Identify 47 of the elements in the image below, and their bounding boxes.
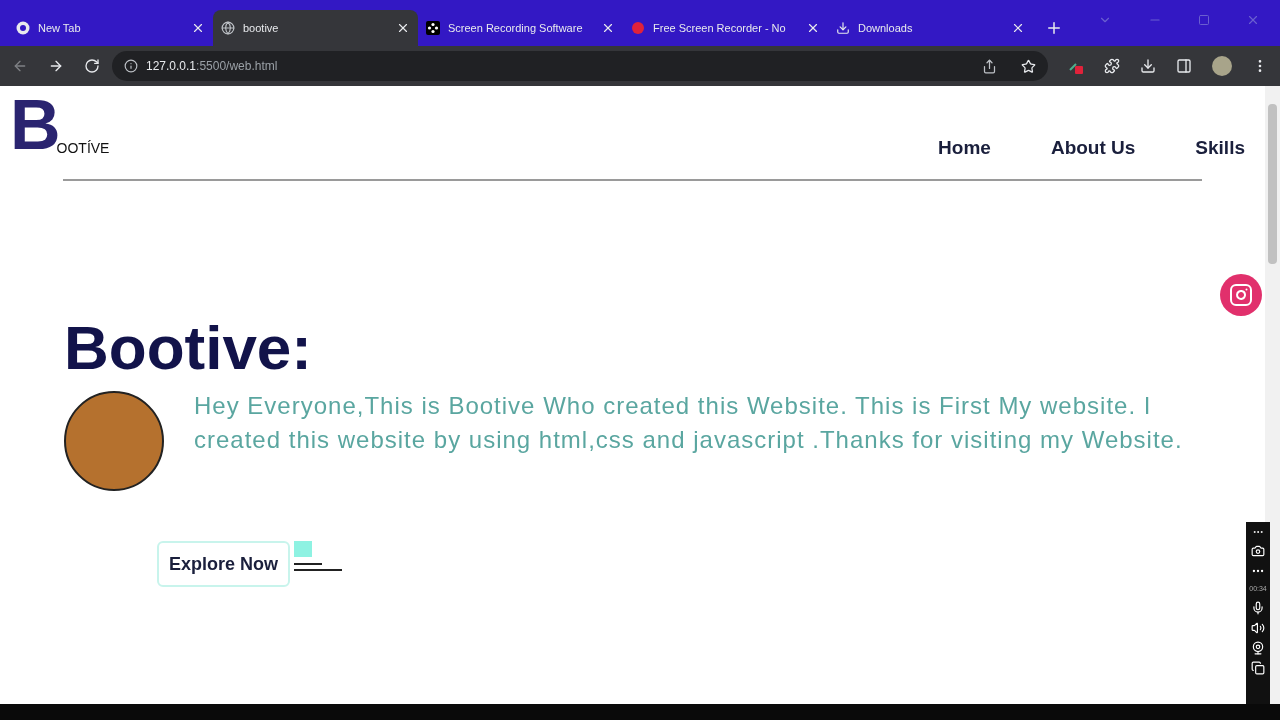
close-icon[interactable] [396, 21, 410, 35]
browser-tab[interactable]: Free Screen Recorder - No [623, 10, 828, 46]
close-icon[interactable] [806, 21, 820, 35]
nav-link[interactable]: Home [938, 134, 991, 163]
nav-link[interactable]: About Us [1050, 134, 1136, 163]
browser-tab[interactable]: New Tab [8, 10, 213, 46]
close-icon[interactable] [191, 21, 205, 35]
logo[interactable]: BOOTÍVE [10, 94, 110, 156]
webcam-icon[interactable] [1251, 640, 1265, 655]
browser-tab[interactable]: Downloads [828, 10, 1033, 46]
address-bar[interactable]: 127.0.0.1:5500/web.html [112, 51, 1048, 81]
download-icon [836, 21, 850, 35]
microphone-icon[interactable] [1251, 600, 1265, 615]
close-icon[interactable] [601, 21, 615, 35]
nav-link[interactable]: Skills [1195, 134, 1245, 163]
tab-title: New Tab [38, 20, 81, 36]
intro-paragraph: Hey Everyone,This is Bootive Who created this Website. This is First My website. I created this website by using html,css and javascript .Thanks for visiting my Website. [194, 391, 1184, 455]
browser-tab[interactable]: Screen Recording Software [418, 10, 623, 46]
bookmark-star-icon[interactable] [1021, 58, 1036, 74]
record-icon [631, 21, 645, 35]
puzzle-icon[interactable] [1104, 58, 1120, 74]
browser-tab[interactable]: bootive [213, 10, 418, 46]
globe-icon [221, 21, 235, 35]
hero-title: Bootive: [64, 313, 313, 383]
tab-title: bootive [243, 20, 279, 36]
url-text: 127.0.0.1:5500/web.html [146, 58, 278, 75]
instagram-button[interactable] [1220, 274, 1262, 316]
profile-avatar[interactable] [1212, 56, 1232, 76]
back-icon[interactable] [12, 58, 28, 74]
tab-title: Downloads [858, 20, 913, 36]
side-panel-icon[interactable] [1176, 58, 1192, 74]
forward-icon[interactable] [48, 58, 64, 74]
speaker-icon[interactable] [1251, 620, 1265, 635]
tab-title: Screen Recording Software [448, 20, 583, 36]
download-icon[interactable] [1140, 58, 1156, 74]
decoration-drawing [294, 541, 343, 573]
close-icon[interactable] [1011, 21, 1025, 35]
camera-icon[interactable] [1251, 544, 1265, 558]
windows-icon[interactable] [1251, 660, 1265, 675]
instagram-icon [1229, 283, 1253, 307]
tab-title: Free Screen Recorder - No [653, 20, 786, 36]
dots-icon [426, 21, 440, 35]
new-tab-icon[interactable] [1045, 19, 1063, 37]
info-icon[interactable] [124, 59, 138, 73]
explore-now-button[interactable]: Explore Now [157, 541, 291, 587]
share-icon[interactable] [982, 58, 997, 74]
reload-icon[interactable] [84, 58, 100, 74]
